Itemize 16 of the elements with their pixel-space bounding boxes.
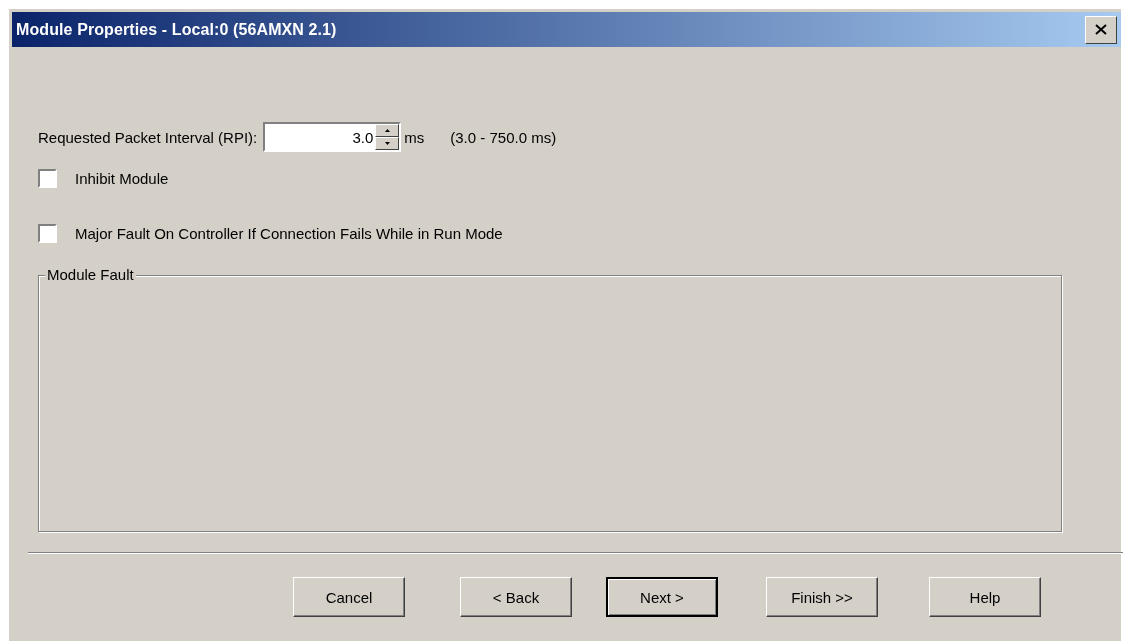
close-button[interactable] (1085, 15, 1117, 44)
rpi-range: (3.0 - 750.0 ms) (450, 128, 557, 146)
dialog-button[interactable]: Next > (606, 577, 718, 617)
dialog-button[interactable]: Cancel (293, 577, 405, 617)
close-icon (1095, 24, 1107, 35)
rpi-unit: ms (404, 128, 425, 146)
dialog-button[interactable]: Finish >> (766, 577, 878, 617)
checkbox-label: Inhibit Module (75, 169, 169, 187)
dialog-button[interactable]: < Back (460, 577, 572, 617)
checkbox-label: Major Fault On Controller If Connection Fails While in Run Mode (75, 224, 503, 242)
checkbox[interactable] (38, 223, 57, 243)
dialog-button[interactable]: Help (929, 577, 1041, 617)
rpi-label: Requested Packet Interval (RPI): (38, 128, 258, 146)
checkbox[interactable] (38, 168, 57, 188)
group-title: Module Fault (45, 266, 136, 283)
window-title: Module Properties - Local:0 (56AMXN 2.1) (16, 20, 337, 39)
